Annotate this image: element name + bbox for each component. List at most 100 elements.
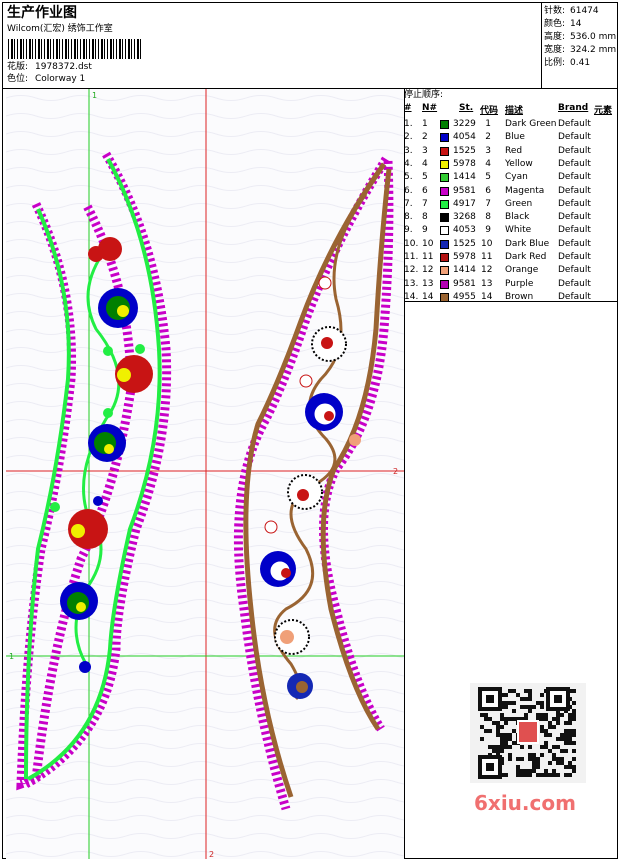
stitch-code: 1525 (453, 238, 476, 249)
color-code: 3 (485, 145, 491, 156)
color-swatch (440, 253, 449, 262)
needle-number: 13 (422, 278, 434, 289)
stat-label: 针数: (544, 6, 566, 16)
needle-number: 2 (422, 132, 428, 143)
stop-number: 12. (404, 265, 419, 276)
stop-number: 14. (404, 291, 419, 302)
stop-row: 3. 3 1525 3 Red Default (404, 145, 618, 158)
page-title: 生产作业图 (7, 5, 77, 21)
stop-row: 9. 9 4053 9 White Default (404, 224, 618, 237)
stop-row: 5. 5 1414 5 Cyan Default (404, 171, 618, 184)
thread-brand: Default (558, 145, 591, 156)
stitch-code: 4054 (453, 132, 476, 143)
barcode (8, 39, 143, 59)
colorway-label: 色位: (7, 74, 29, 84)
color-description: Purple (505, 278, 534, 289)
embroidery-preview: 1 2 1 2 (6, 89, 404, 859)
needle-number: 1 (422, 119, 428, 129)
color-description: Red (505, 145, 523, 156)
thread-brand: Default (558, 172, 591, 183)
stop-row: 12. 12 1414 12 Orange Default (404, 264, 618, 277)
stop-row: 6. 6 9581 6 Magenta Default (404, 185, 618, 198)
needle-number: 7 (422, 198, 428, 209)
stitch-code: 4917 (453, 198, 476, 209)
stop-number: 4. (404, 158, 413, 169)
needle-number: 12 (422, 265, 434, 276)
color-swatch (440, 279, 449, 289)
stop-row: 7. 7 4917 7 Green Default (404, 198, 618, 211)
stop-number: 11. (404, 252, 419, 262)
needle-number: 10 (422, 238, 434, 249)
qr-code-icon (470, 683, 586, 783)
needle-number: 4 (422, 158, 428, 169)
color-swatch (440, 266, 449, 276)
color-code: 10 (481, 238, 493, 249)
thread-brand: Default (558, 132, 591, 143)
thread-brand: Default (558, 278, 591, 289)
color-swatch (440, 213, 449, 223)
stop-row: 2. 2 4054 2 Blue Default (404, 131, 618, 144)
needle-number: 14 (422, 291, 434, 302)
needle-number: 5 (422, 172, 428, 183)
stat-value: 61474 (570, 6, 599, 16)
watermark-text: 6xiu.com (474, 791, 576, 815)
thread-brand: Default (558, 225, 591, 236)
stitch-code: 5978 (453, 158, 476, 169)
thread-brand: Default (558, 291, 591, 302)
stitch-code: 1525 (453, 145, 476, 156)
color-description: Dark Blue (505, 238, 550, 249)
color-swatch (440, 146, 449, 156)
stop-number: 13. (404, 278, 419, 289)
color-description: Orange (505, 265, 539, 276)
stop-row: 11. 11 5978 11 Dark Red Default (404, 251, 618, 264)
color-swatch (440, 186, 449, 196)
color-code: 4 (485, 158, 491, 169)
design-file: 1978372.dst (35, 62, 92, 72)
color-swatch (440, 159, 449, 169)
color-description: Black (505, 212, 530, 223)
stat-value: 14 (570, 19, 582, 29)
color-code: 6 (485, 185, 491, 196)
color-code: 7 (485, 198, 491, 209)
stitch-code: 4955 (453, 291, 476, 302)
stop-number: 7. (404, 198, 413, 209)
stop-number: 3. (404, 145, 413, 156)
color-code: 13 (481, 278, 493, 289)
thread-brand: Default (558, 212, 591, 223)
color-description: Blue (505, 132, 525, 143)
stat-value: 536.0 mm (570, 32, 617, 42)
stop-number: 2. (404, 132, 413, 143)
stop-number: 10. (404, 238, 419, 249)
color-swatch (440, 199, 449, 209)
stitch-code: 9581 (453, 278, 476, 289)
color-description: Brown (505, 291, 534, 302)
color-code: 5 (485, 172, 491, 183)
stitch-code: 3268 (453, 212, 476, 223)
stitch-code: 5978 (453, 252, 476, 262)
color-swatch (440, 133, 449, 143)
color-description: Green (505, 198, 533, 209)
thread-brand: Default (558, 198, 591, 209)
stop-row: 10. 10 1525 10 Dark Blue Default (404, 238, 618, 251)
color-swatch (440, 226, 449, 236)
stop-sequence-title: 停止顺序: (404, 90, 444, 100)
stat-label: 比例: (544, 58, 566, 68)
color-code: 1 (485, 119, 491, 129)
stop-row: 8. 8 3268 8 Black Default (404, 211, 618, 224)
thread-brand: Default (558, 252, 591, 262)
color-swatch (440, 120, 449, 129)
company-name: Wilcom(汇宏) 绣饰工作室 (7, 24, 113, 34)
col-no: N# (422, 103, 438, 113)
guide-label-h2: 2 (393, 467, 398, 476)
needle-number: 3 (422, 145, 428, 156)
stat-value: 324.2 mm (570, 45, 617, 55)
color-code: 2 (485, 132, 491, 143)
needle-number: 6 (422, 185, 428, 196)
stitch-code: 1414 (453, 172, 476, 183)
needle-number: 11 (422, 252, 434, 262)
needle-number: 9 (422, 225, 428, 236)
stitch-code: 9581 (453, 185, 476, 196)
needle-number: 8 (422, 212, 428, 223)
color-description: White (505, 225, 532, 236)
col-desc: 描述 (505, 106, 524, 116)
